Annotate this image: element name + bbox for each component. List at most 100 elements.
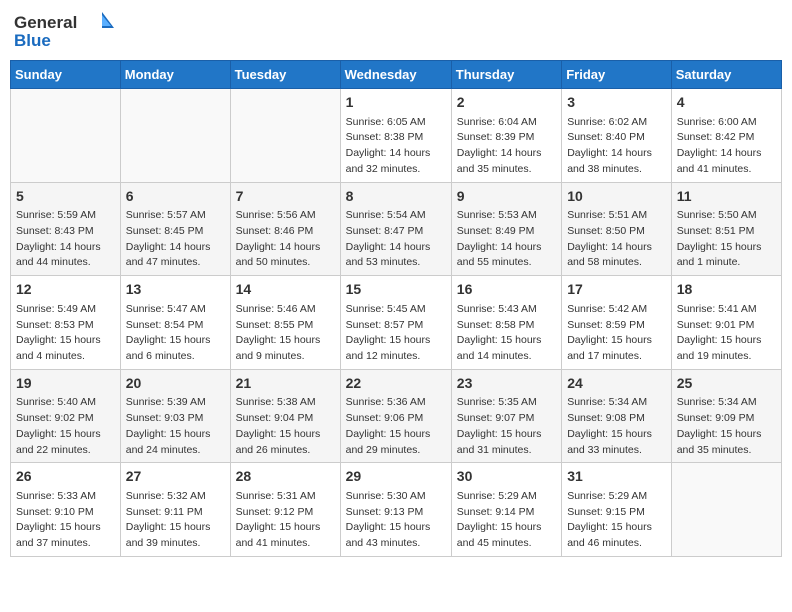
day-header-wednesday: Wednesday (340, 61, 451, 89)
day-header-thursday: Thursday (451, 61, 561, 89)
day-info: Sunrise: 6:00 AMSunset: 8:42 PMDaylight:… (677, 115, 776, 178)
calendar-cell: 20Sunrise: 5:39 AMSunset: 9:03 PMDayligh… (120, 369, 230, 463)
day-info: Sunrise: 6:05 AMSunset: 8:38 PMDaylight:… (346, 115, 446, 178)
calendar-cell: 25Sunrise: 5:34 AMSunset: 9:09 PMDayligh… (671, 369, 781, 463)
day-info: Sunrise: 5:53 AMSunset: 8:49 PMDaylight:… (457, 208, 556, 271)
day-number: 20 (126, 374, 225, 394)
calendar-cell: 12Sunrise: 5:49 AMSunset: 8:53 PMDayligh… (11, 276, 121, 370)
day-number: 17 (567, 280, 666, 300)
calendar-week-2: 5Sunrise: 5:59 AMSunset: 8:43 PMDaylight… (11, 182, 782, 276)
calendar-cell (120, 89, 230, 183)
day-number: 9 (457, 187, 556, 207)
calendar-cell: 15Sunrise: 5:45 AMSunset: 8:57 PMDayligh… (340, 276, 451, 370)
calendar-cell: 22Sunrise: 5:36 AMSunset: 9:06 PMDayligh… (340, 369, 451, 463)
calendar-cell: 10Sunrise: 5:51 AMSunset: 8:50 PMDayligh… (562, 182, 672, 276)
calendar-week-1: 1Sunrise: 6:05 AMSunset: 8:38 PMDaylight… (11, 89, 782, 183)
calendar-cell: 8Sunrise: 5:54 AMSunset: 8:47 PMDaylight… (340, 182, 451, 276)
day-info: Sunrise: 5:30 AMSunset: 9:13 PMDaylight:… (346, 489, 446, 552)
calendar-table: SundayMondayTuesdayWednesdayThursdayFrid… (10, 60, 782, 557)
day-header-sunday: Sunday (11, 61, 121, 89)
day-info: Sunrise: 5:43 AMSunset: 8:58 PMDaylight:… (457, 302, 556, 365)
day-info: Sunrise: 5:31 AMSunset: 9:12 PMDaylight:… (236, 489, 335, 552)
day-info: Sunrise: 6:02 AMSunset: 8:40 PMDaylight:… (567, 115, 666, 178)
day-info: Sunrise: 5:32 AMSunset: 9:11 PMDaylight:… (126, 489, 225, 552)
calendar-week-5: 26Sunrise: 5:33 AMSunset: 9:10 PMDayligh… (11, 463, 782, 557)
calendar-cell: 27Sunrise: 5:32 AMSunset: 9:11 PMDayligh… (120, 463, 230, 557)
day-number: 13 (126, 280, 225, 300)
calendar-cell: 30Sunrise: 5:29 AMSunset: 9:14 PMDayligh… (451, 463, 561, 557)
day-info: Sunrise: 5:50 AMSunset: 8:51 PMDaylight:… (677, 208, 776, 271)
day-number: 7 (236, 187, 335, 207)
calendar-cell: 9Sunrise: 5:53 AMSunset: 8:49 PMDaylight… (451, 182, 561, 276)
day-header-tuesday: Tuesday (230, 61, 340, 89)
day-number: 24 (567, 374, 666, 394)
day-info: Sunrise: 5:34 AMSunset: 9:09 PMDaylight:… (677, 395, 776, 458)
day-number: 2 (457, 93, 556, 113)
day-number: 15 (346, 280, 446, 300)
calendar-cell: 11Sunrise: 5:50 AMSunset: 8:51 PMDayligh… (671, 182, 781, 276)
day-number: 21 (236, 374, 335, 394)
day-number: 28 (236, 467, 335, 487)
calendar-week-4: 19Sunrise: 5:40 AMSunset: 9:02 PMDayligh… (11, 369, 782, 463)
day-number: 26 (16, 467, 115, 487)
day-header-saturday: Saturday (671, 61, 781, 89)
logo: GeneralBlue (14, 10, 124, 52)
day-info: Sunrise: 5:41 AMSunset: 9:01 PMDaylight:… (677, 302, 776, 365)
day-info: Sunrise: 5:29 AMSunset: 9:15 PMDaylight:… (567, 489, 666, 552)
day-info: Sunrise: 5:56 AMSunset: 8:46 PMDaylight:… (236, 208, 335, 271)
calendar-cell: 5Sunrise: 5:59 AMSunset: 8:43 PMDaylight… (11, 182, 121, 276)
day-info: Sunrise: 5:39 AMSunset: 9:03 PMDaylight:… (126, 395, 225, 458)
day-info: Sunrise: 5:59 AMSunset: 8:43 PMDaylight:… (16, 208, 115, 271)
day-number: 30 (457, 467, 556, 487)
day-info: Sunrise: 5:35 AMSunset: 9:07 PMDaylight:… (457, 395, 556, 458)
day-number: 5 (16, 187, 115, 207)
day-number: 18 (677, 280, 776, 300)
day-header-friday: Friday (562, 61, 672, 89)
day-info: Sunrise: 5:49 AMSunset: 8:53 PMDaylight:… (16, 302, 115, 365)
calendar-cell: 31Sunrise: 5:29 AMSunset: 9:15 PMDayligh… (562, 463, 672, 557)
svg-text:General: General (14, 13, 77, 32)
calendar-cell: 4Sunrise: 6:00 AMSunset: 8:42 PMDaylight… (671, 89, 781, 183)
day-info: Sunrise: 5:45 AMSunset: 8:57 PMDaylight:… (346, 302, 446, 365)
day-info: Sunrise: 5:29 AMSunset: 9:14 PMDaylight:… (457, 489, 556, 552)
day-info: Sunrise: 5:46 AMSunset: 8:55 PMDaylight:… (236, 302, 335, 365)
calendar-cell: 18Sunrise: 5:41 AMSunset: 9:01 PMDayligh… (671, 276, 781, 370)
day-number: 10 (567, 187, 666, 207)
calendar-cell: 28Sunrise: 5:31 AMSunset: 9:12 PMDayligh… (230, 463, 340, 557)
calendar-cell: 17Sunrise: 5:42 AMSunset: 8:59 PMDayligh… (562, 276, 672, 370)
svg-text:Blue: Blue (14, 31, 51, 50)
day-number: 22 (346, 374, 446, 394)
day-header-monday: Monday (120, 61, 230, 89)
day-info: Sunrise: 5:47 AMSunset: 8:54 PMDaylight:… (126, 302, 225, 365)
calendar-cell (11, 89, 121, 183)
calendar-cell: 1Sunrise: 6:05 AMSunset: 8:38 PMDaylight… (340, 89, 451, 183)
calendar-cell: 26Sunrise: 5:33 AMSunset: 9:10 PMDayligh… (11, 463, 121, 557)
page-header: GeneralBlue (10, 10, 782, 52)
day-number: 14 (236, 280, 335, 300)
day-number: 25 (677, 374, 776, 394)
day-number: 8 (346, 187, 446, 207)
calendar-cell: 21Sunrise: 5:38 AMSunset: 9:04 PMDayligh… (230, 369, 340, 463)
calendar-cell (671, 463, 781, 557)
day-info: Sunrise: 5:40 AMSunset: 9:02 PMDaylight:… (16, 395, 115, 458)
calendar-cell: 19Sunrise: 5:40 AMSunset: 9:02 PMDayligh… (11, 369, 121, 463)
calendar-cell: 6Sunrise: 5:57 AMSunset: 8:45 PMDaylight… (120, 182, 230, 276)
calendar-cell: 16Sunrise: 5:43 AMSunset: 8:58 PMDayligh… (451, 276, 561, 370)
day-info: Sunrise: 5:38 AMSunset: 9:04 PMDaylight:… (236, 395, 335, 458)
calendar-cell: 7Sunrise: 5:56 AMSunset: 8:46 PMDaylight… (230, 182, 340, 276)
day-info: Sunrise: 5:33 AMSunset: 9:10 PMDaylight:… (16, 489, 115, 552)
calendar-cell: 2Sunrise: 6:04 AMSunset: 8:39 PMDaylight… (451, 89, 561, 183)
day-number: 16 (457, 280, 556, 300)
day-number: 29 (346, 467, 446, 487)
calendar-cell (230, 89, 340, 183)
calendar-cell: 3Sunrise: 6:02 AMSunset: 8:40 PMDaylight… (562, 89, 672, 183)
day-info: Sunrise: 5:51 AMSunset: 8:50 PMDaylight:… (567, 208, 666, 271)
logo-icon: GeneralBlue (14, 10, 124, 52)
calendar-cell: 13Sunrise: 5:47 AMSunset: 8:54 PMDayligh… (120, 276, 230, 370)
day-number: 4 (677, 93, 776, 113)
calendar-cell: 29Sunrise: 5:30 AMSunset: 9:13 PMDayligh… (340, 463, 451, 557)
day-info: Sunrise: 5:54 AMSunset: 8:47 PMDaylight:… (346, 208, 446, 271)
day-number: 12 (16, 280, 115, 300)
day-number: 6 (126, 187, 225, 207)
day-info: Sunrise: 6:04 AMSunset: 8:39 PMDaylight:… (457, 115, 556, 178)
